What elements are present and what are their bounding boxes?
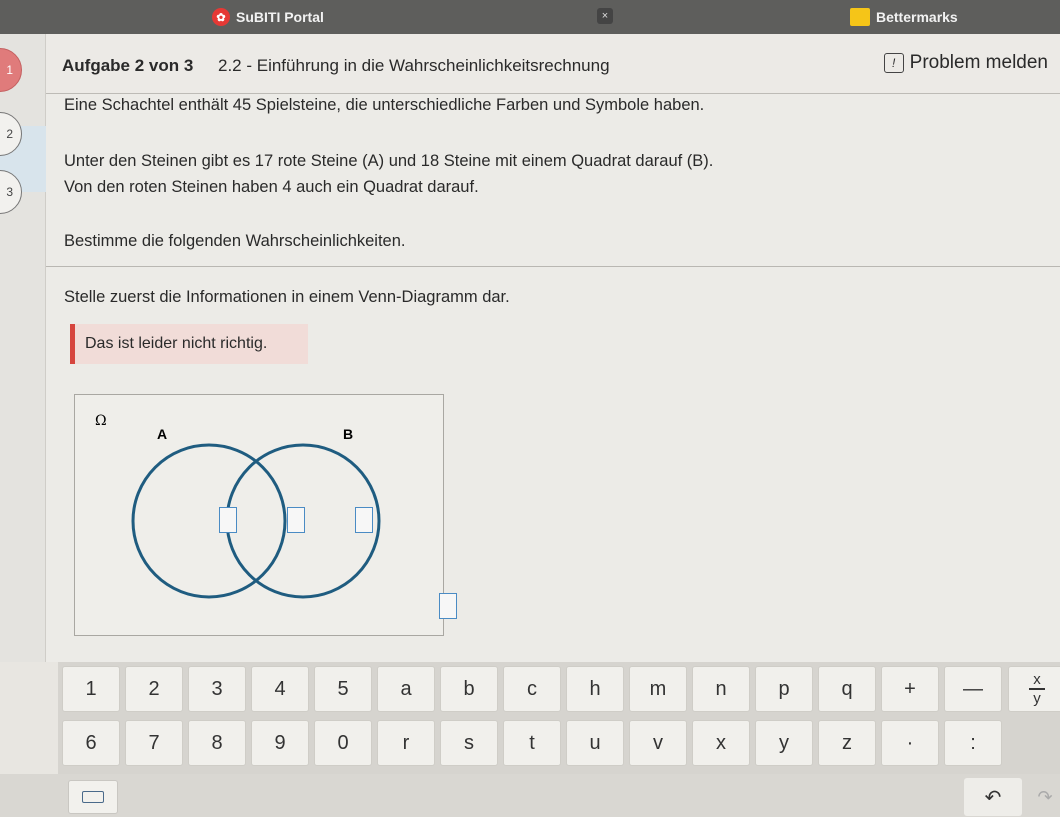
- key-2-1[interactable]: 6: [62, 720, 120, 766]
- key-1-2[interactable]: 2: [125, 666, 183, 712]
- key-1-9[interactable]: h: [566, 666, 624, 712]
- key-2-6[interactable]: r: [377, 720, 435, 766]
- key-1-3[interactable]: 3: [188, 666, 246, 712]
- venn-input-outside[interactable]: [439, 593, 457, 619]
- venn-input-b-only[interactable]: [355, 507, 373, 533]
- key-1-10[interactable]: m: [629, 666, 687, 712]
- fraction-denominator: y: [1033, 689, 1041, 707]
- feedback-error-box: Das ist leider nicht richtig.: [70, 324, 308, 364]
- set-b-label: B: [343, 426, 353, 442]
- tab-bettermarks[interactable]: Bettermarks: [850, 0, 958, 34]
- instruction-text: Stelle zuerst die Informationen in einem…: [64, 288, 510, 306]
- keyboard-icon: [82, 791, 104, 803]
- step-3-label: 3: [6, 185, 13, 199]
- tab-bettermarks-label: Bettermarks: [876, 9, 958, 25]
- key-2-2[interactable]: 7: [125, 720, 183, 766]
- task-index: Aufgabe 2 von 3: [62, 56, 194, 75]
- key-2-3[interactable]: 8: [188, 720, 246, 766]
- step-1-button[interactable]: 1: [0, 48, 22, 92]
- key-1-8[interactable]: c: [503, 666, 561, 712]
- key-2-5[interactable]: 0: [314, 720, 372, 766]
- content-divider: [46, 266, 1060, 267]
- venn-diagram-svg: Ω A B: [95, 413, 381, 599]
- key-2-13[interactable]: z: [818, 720, 876, 766]
- tab-subiti-portal[interactable]: ✿ SuBITI Portal: [212, 0, 324, 34]
- tab-subiti-label: SuBITI Portal: [236, 9, 324, 25]
- key-2-8[interactable]: t: [503, 720, 561, 766]
- venn-input-a-only[interactable]: [219, 507, 237, 533]
- set-a-label: A: [157, 426, 167, 442]
- key-2-7[interactable]: s: [440, 720, 498, 766]
- key-2-9[interactable]: u: [566, 720, 624, 766]
- report-problem-label: Problem melden: [909, 52, 1048, 73]
- key-2-15[interactable]: :: [944, 720, 1002, 766]
- task-text-line-2: Unter den Steinen gibt es 17 rote Steine…: [64, 152, 714, 170]
- keyboard-toggle-button[interactable]: [68, 780, 118, 814]
- venn-input-intersection[interactable]: [287, 507, 305, 533]
- key-2-4[interactable]: 9: [251, 720, 309, 766]
- key-2-12[interactable]: y: [755, 720, 813, 766]
- key-1-6[interactable]: a: [377, 666, 435, 712]
- key-2-14[interactable]: ·: [881, 720, 939, 766]
- redo-button[interactable]: ↷: [1030, 780, 1060, 814]
- fraction-numerator: x: [1033, 671, 1041, 689]
- key-1-12[interactable]: p: [755, 666, 813, 712]
- task-title: 2.2 - Einführung in die Wahrscheinlichke…: [218, 56, 610, 75]
- task-header: Aufgabe 2 von 3 2.2 - Einführung in die …: [46, 34, 1060, 94]
- key-1-13[interactable]: q: [818, 666, 876, 712]
- key-1-5[interactable]: 5: [314, 666, 372, 712]
- browser-tab-bar: ✿ SuBITI Portal × Bettermarks: [0, 0, 1060, 34]
- key-1-4[interactable]: 4: [251, 666, 309, 712]
- key-1-14[interactable]: +: [881, 666, 939, 712]
- undo-button[interactable]: ↶: [964, 778, 1022, 816]
- report-problem-button[interactable]: ! Problem melden: [883, 52, 1048, 74]
- set-a-circle: [131, 443, 287, 599]
- task-text-line-4: Bestimme die folgenden Wahrscheinlichkei…: [64, 232, 406, 250]
- keyboard-footer: ↶ ↷: [0, 774, 1060, 817]
- task-text-line-3: Von den roten Steinen haben 4 auch ein Q…: [64, 178, 479, 196]
- key-1-7[interactable]: b: [440, 666, 498, 712]
- bettermarks-favicon-icon: [850, 8, 870, 26]
- feedback-error-text: Das ist leider nicht richtig.: [85, 335, 268, 352]
- close-tab-icon[interactable]: ×: [597, 8, 613, 24]
- step-1-label: 1: [6, 63, 13, 77]
- key-2-11[interactable]: x: [692, 720, 750, 766]
- venn-diagram: Ω A B: [74, 394, 457, 636]
- step-2-label: 2: [6, 127, 13, 141]
- task-content: Eine Schachtel enthält 45 Spielsteine, d…: [46, 94, 1060, 662]
- key-1-11[interactable]: n: [692, 666, 750, 712]
- omega-label: Ω: [95, 413, 107, 429]
- report-flag-icon: !: [883, 53, 904, 73]
- fraction-icon: x y: [1029, 672, 1045, 706]
- key-1-1[interactable]: 1: [62, 666, 120, 712]
- key-1-15[interactable]: —: [944, 666, 1002, 712]
- subiti-favicon-icon: ✿: [212, 8, 230, 26]
- math-keyboard: 1 2 3 4 5 a b c h m n p q + — 6 7 8 9 0 r s t u v x y z ·: x y: [58, 662, 1060, 774]
- task-step-gutter: 1 2 3: [0, 34, 46, 662]
- task-text-line-1: Eine Schachtel enthält 45 Spielsteine, d…: [64, 96, 705, 114]
- key-fraction[interactable]: x y: [1008, 666, 1060, 712]
- key-2-10[interactable]: v: [629, 720, 687, 766]
